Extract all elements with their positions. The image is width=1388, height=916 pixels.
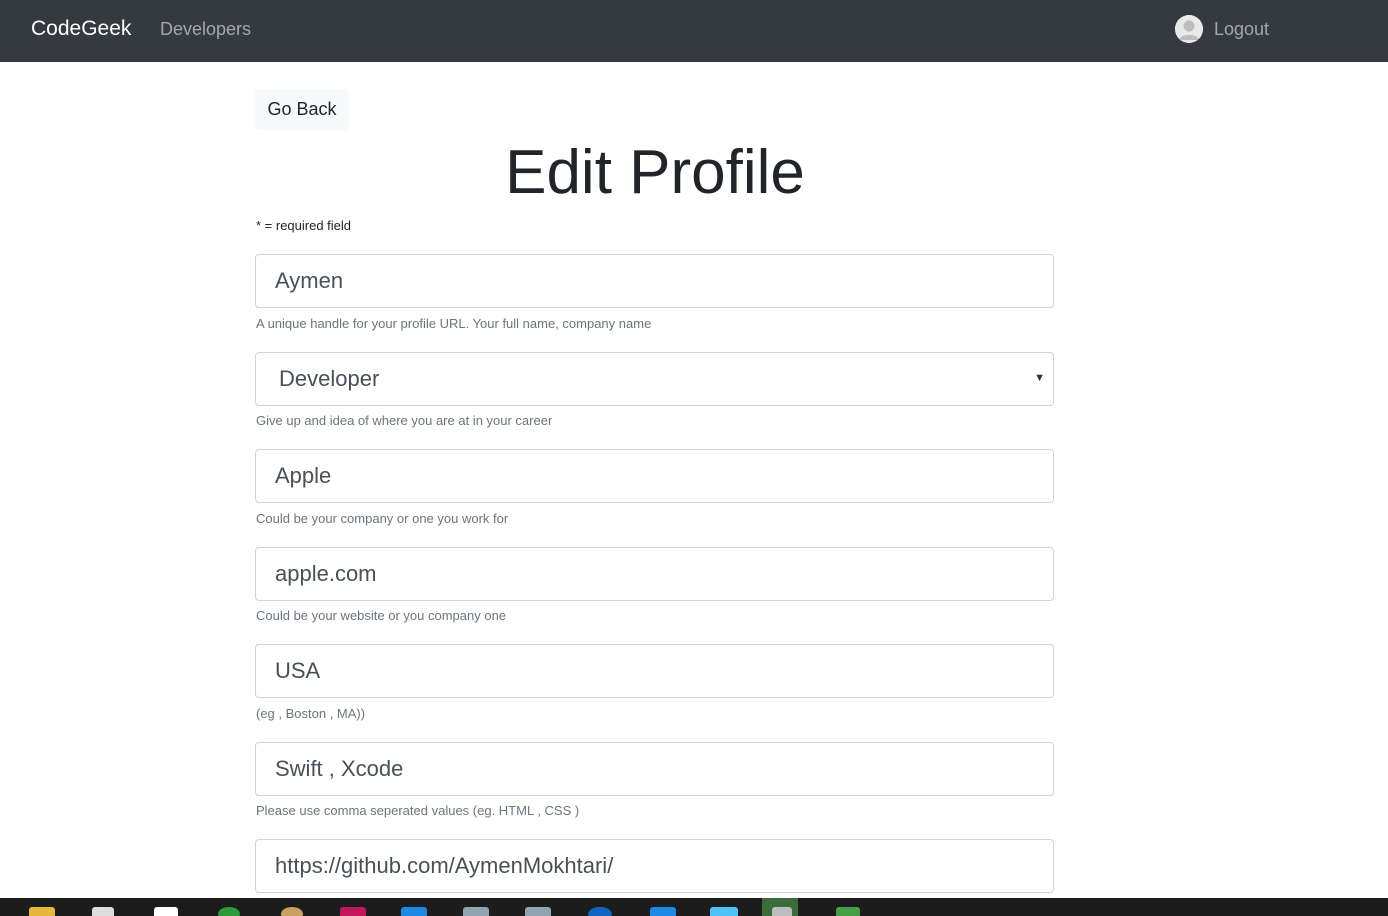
github-input-value: https://github.com/AymenMokhtari/: [275, 853, 614, 878]
page-title: Edit Profile: [505, 138, 805, 207]
chevron-down-icon: ▼: [1034, 372, 1045, 384]
app-icon[interactable]: [650, 907, 676, 916]
app-icon[interactable]: [710, 907, 738, 916]
status-select[interactable]: Developer ▼: [255, 352, 1054, 406]
developers-link[interactable]: Developers: [160, 17, 251, 41]
website-help-text: Could be your website or you company one: [256, 608, 507, 623]
location-input[interactable]: USA: [255, 644, 1054, 698]
location-input-value: USA: [275, 658, 321, 683]
required-field-note: * = required field: [256, 218, 352, 233]
status-select-value: Developer: [279, 366, 380, 391]
company-help-text: Could be your company or one you work fo…: [256, 511, 509, 526]
company-input-value: Apple: [275, 463, 332, 488]
skills-input-value: Swift , Xcode: [275, 756, 404, 781]
navbar: CodeGeek Developers Logout: [0, 0, 1388, 62]
brand-link[interactable]: CodeGeek: [31, 15, 131, 43]
app-icon[interactable]: [218, 907, 240, 916]
app-icon[interactable]: [772, 907, 792, 916]
store-icon[interactable]: [92, 907, 114, 916]
go-back-button[interactable]: Go Back: [255, 89, 349, 130]
status-help-text: Give up and idea of where you are at in …: [256, 413, 553, 428]
app-icon[interactable]: [281, 907, 303, 916]
file-explorer-icon[interactable]: [29, 907, 55, 916]
app-icon[interactable]: [588, 907, 612, 916]
handle-input[interactable]: Aymen: [255, 254, 1054, 308]
user-menu[interactable]: Logout: [1175, 14, 1269, 44]
app-icon[interactable]: [836, 907, 860, 916]
app-icon[interactable]: [525, 907, 551, 916]
skills-input[interactable]: Swift , Xcode: [255, 742, 1054, 796]
app-icon[interactable]: [154, 907, 178, 916]
taskbar: [0, 898, 1388, 916]
company-input[interactable]: Apple: [255, 449, 1054, 503]
website-input[interactable]: apple.com: [255, 547, 1054, 601]
app-icon[interactable]: [340, 907, 366, 916]
user-avatar-icon: [1175, 15, 1203, 43]
github-username-input[interactable]: https://github.com/AymenMokhtari/: [255, 839, 1054, 893]
location-help-text: (eg , Boston , MA)): [256, 706, 366, 721]
skills-help-text: Please use comma seperated values (eg. H…: [256, 803, 580, 818]
logout-link[interactable]: Logout: [1214, 17, 1269, 41]
app-icon[interactable]: [463, 907, 489, 916]
handle-input-value: Aymen: [275, 268, 344, 293]
website-input-value: apple.com: [275, 561, 377, 586]
handle-help-text: A unique handle for your profile URL. Yo…: [256, 316, 652, 331]
app-icon[interactable]: [401, 907, 427, 916]
avatar: [1175, 15, 1203, 43]
